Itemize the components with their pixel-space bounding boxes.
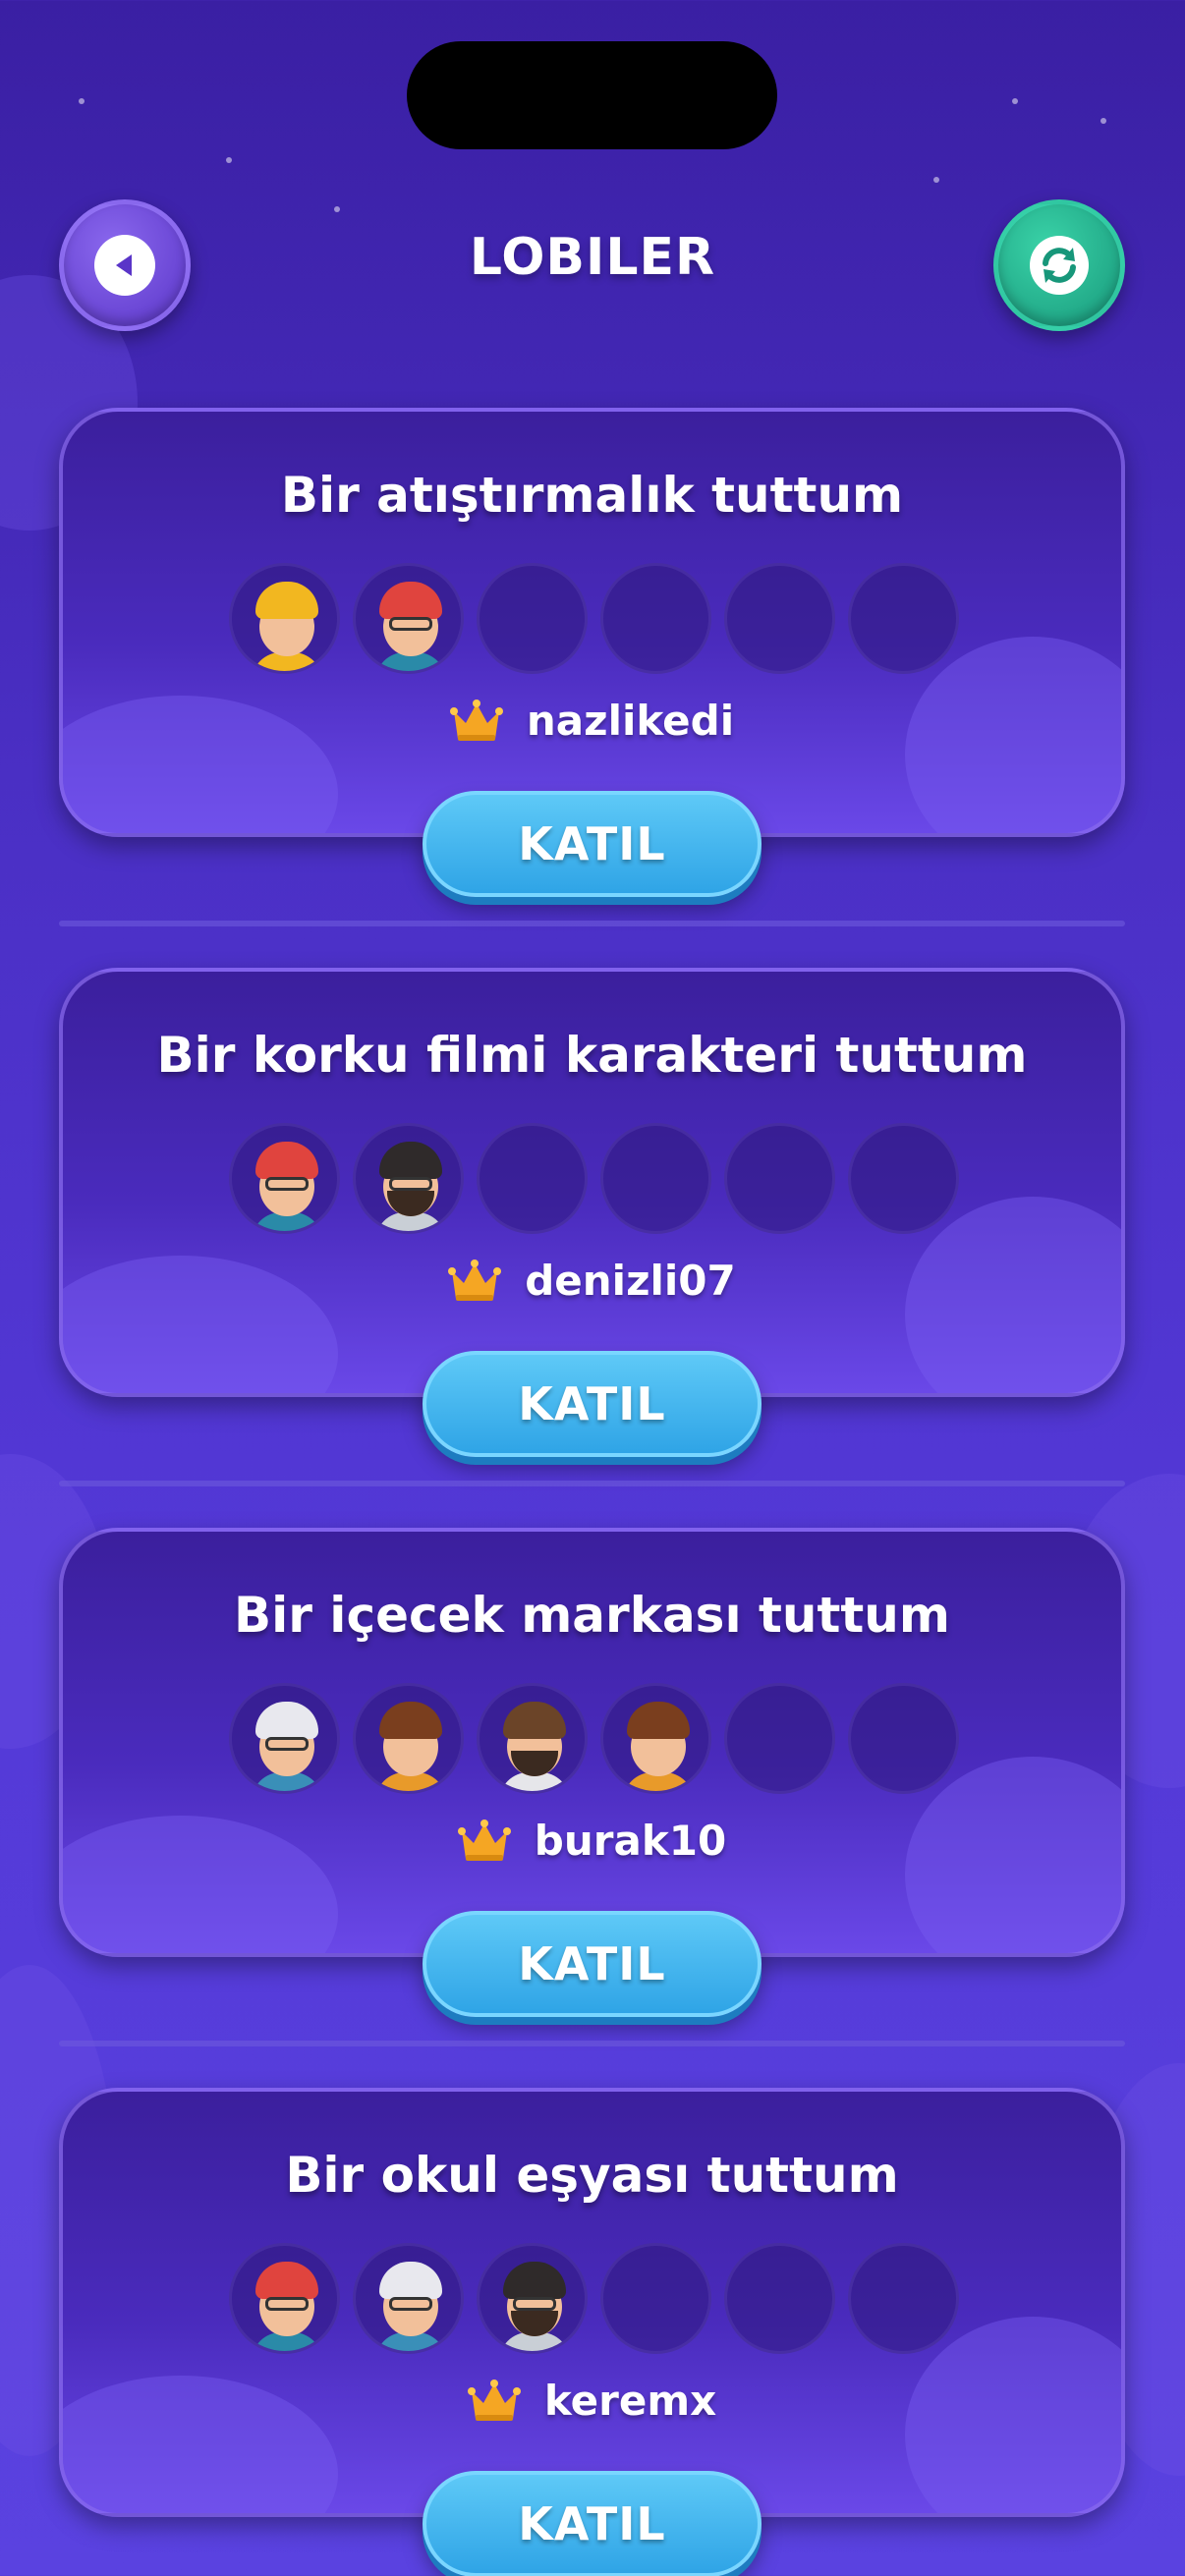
player-slot-filled [353, 2243, 464, 2354]
crown-icon [467, 2378, 521, 2425]
player-slot-filled [353, 1123, 464, 1234]
lobby-card: Bir atıştırmalık tuttum nazlikedi [59, 408, 1125, 837]
player-slot-empty [848, 2243, 959, 2354]
lobby-host: denizli07 [63, 1257, 1121, 1305]
player-avatar [603, 1686, 708, 1791]
host-name: keremx [543, 2377, 717, 2425]
player-slots [229, 1123, 959, 1234]
join-button[interactable]: KATIL [423, 1911, 762, 2017]
lobby-card: Bir okul eşyası tuttum keremx [59, 2088, 1125, 2517]
lobby-divider [59, 2041, 1125, 2046]
lobby-title: Bir atıştırmalık tuttum [280, 467, 904, 524]
lobby-card: Bir içecek markası tuttum burak10 [59, 1528, 1125, 1957]
refresh-button[interactable] [993, 199, 1125, 331]
player-slot-empty [600, 2243, 711, 2354]
lobby-host: nazlikedi [63, 697, 1121, 745]
join-button[interactable]: KATIL [423, 2471, 762, 2576]
crown-icon [448, 1258, 502, 1305]
lobby-divider [59, 921, 1125, 926]
player-avatar [232, 566, 337, 671]
lobby-title: Bir içecek markası tuttum [233, 1587, 950, 1644]
player-slots [229, 563, 959, 674]
player-slot-empty [848, 1123, 959, 1234]
host-name: denizli07 [525, 1257, 736, 1305]
device-notch [407, 41, 777, 149]
player-slot-filled [477, 1683, 588, 1794]
player-slots [229, 2243, 959, 2354]
player-avatar [480, 1686, 585, 1791]
crown-icon [457, 1818, 511, 1865]
player-avatar [356, 1686, 461, 1791]
lobby-divider [59, 1481, 1125, 1486]
player-slot-empty [477, 563, 588, 674]
player-slot-empty [724, 563, 835, 674]
lobby-host: keremx [63, 2377, 1121, 2425]
player-slot-empty [724, 1683, 835, 1794]
player-slot-empty [724, 1123, 835, 1234]
player-slot-filled [229, 1123, 340, 1234]
player-slot-empty [724, 2243, 835, 2354]
host-name: burak10 [534, 1817, 727, 1865]
player-slot-filled [229, 563, 340, 674]
player-avatar [232, 1686, 337, 1791]
player-slot-filled [229, 2243, 340, 2354]
player-avatar [356, 1126, 461, 1231]
player-slot-filled [229, 1683, 340, 1794]
player-avatar [356, 2246, 461, 2351]
player-slot-filled [477, 2243, 588, 2354]
lobby-card: Bir korku filmi karakteri tuttum denizli0… [59, 968, 1125, 1397]
lobby-title: Bir korku filmi karakteri tuttum [156, 1027, 1028, 1084]
player-avatar [480, 2246, 585, 2351]
join-button[interactable]: KATIL [423, 1351, 762, 1457]
player-slot-filled [600, 1683, 711, 1794]
player-avatar [356, 566, 461, 671]
player-avatar [232, 1126, 337, 1231]
lobby-title: Bir okul eşyası tuttum [285, 2147, 899, 2204]
refresh-icon [1030, 236, 1089, 295]
player-slot-empty [477, 1123, 588, 1234]
host-name: nazlikedi [526, 697, 735, 745]
player-slot-filled [353, 563, 464, 674]
player-slots [229, 1683, 959, 1794]
player-avatar [232, 2246, 337, 2351]
lobby-host: burak10 [63, 1817, 1121, 1865]
crown-icon [449, 698, 503, 745]
player-slot-empty [848, 563, 959, 674]
player-slot-empty [600, 1123, 711, 1234]
player-slot-filled [353, 1683, 464, 1794]
player-slot-empty [600, 563, 711, 674]
player-slot-empty [848, 1683, 959, 1794]
join-button[interactable]: KATIL [423, 791, 762, 897]
